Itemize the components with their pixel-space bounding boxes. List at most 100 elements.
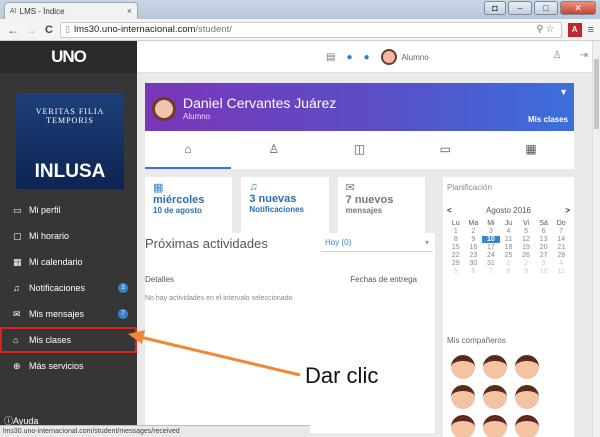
tab-users[interactable]: ♙ xyxy=(231,131,317,169)
sidebar-item-mi-perfil[interactable]: ▭ Mi perfil xyxy=(0,197,137,223)
messages-icon[interactable]: ● xyxy=(364,52,370,63)
grades-icon: ▭ xyxy=(439,142,451,156)
calendar-day[interactable]: 4 xyxy=(552,260,570,267)
sidebar-item-notificaciones[interactable]: ♫ Notificaciones 3 xyxy=(0,275,137,301)
calendar-day[interactable]: 12 xyxy=(517,236,535,243)
calendar-day[interactable]: 30 xyxy=(465,260,483,267)
calendar-day[interactable]: 19 xyxy=(517,244,535,251)
calendar-day[interactable]: 28 xyxy=(552,252,570,259)
calendar-day[interactable]: 11 xyxy=(552,268,570,275)
sidebar-item-mas-servicios[interactable]: ⊕ Más servicios xyxy=(0,353,137,379)
menu-icon[interactable]: ≡ xyxy=(588,24,594,36)
classmate-avatar[interactable] xyxy=(451,385,475,409)
tab-class[interactable]: ◫ xyxy=(317,131,403,169)
calendar-day[interactable]: 8 xyxy=(500,268,518,275)
sidebar-item-mi-horario[interactable]: ▢ Mi horario xyxy=(0,223,137,249)
window-user-icon[interactable]: ◘ xyxy=(484,1,506,15)
header-user-label[interactable]: Alumno xyxy=(402,53,429,62)
calendar-day[interactable]: 3 xyxy=(535,260,553,267)
calendar-day[interactable]: 9 xyxy=(465,236,483,243)
calendar-day[interactable]: 24 xyxy=(482,252,500,259)
minimize-button[interactable]: – xyxy=(508,1,532,15)
tab-close-icon[interactable]: × xyxy=(127,6,132,16)
activities-filter-select[interactable]: Hoy (0) ▾ xyxy=(321,236,433,252)
messages-widget[interactable]: ✉ 7 nuevos mensajes xyxy=(337,177,425,233)
calendar-day[interactable]: 31 xyxy=(482,260,500,267)
page-scrollbar[interactable] xyxy=(592,41,600,437)
classmate-avatar[interactable] xyxy=(451,355,475,379)
scroll-thumb[interactable] xyxy=(594,59,599,129)
classmate-avatar[interactable] xyxy=(451,415,475,437)
prev-month-button[interactable]: < xyxy=(447,206,452,215)
calendar-icon[interactable]: ▤ xyxy=(326,52,335,63)
date-widget[interactable]: ▦ miércoles 10 de agosto xyxy=(145,177,233,233)
calendar-day[interactable]: 13 xyxy=(535,236,553,243)
weekday-label: Sá xyxy=(539,220,548,227)
calendar-day[interactable]: 7 xyxy=(552,228,570,235)
planning-panel: Planificación < Agosto 2016 > Lu Ma Mi Ju Vi… xyxy=(443,177,574,437)
zoom-star-icons[interactable]: ⚲☆ xyxy=(536,24,556,35)
next-month-button[interactable]: > xyxy=(565,206,570,215)
sidebar-item-mis-clases[interactable]: ⌂ Mis clases xyxy=(0,327,137,353)
calendar-day[interactable]: 21 xyxy=(552,244,570,251)
sidebar-item-mis-mensajes[interactable]: ✉ Mis mensajes 7 xyxy=(0,301,137,327)
classmate-avatar[interactable] xyxy=(483,415,507,437)
sidebar-item-label: Notificaciones xyxy=(29,283,86,293)
mis-clases-link[interactable]: Mis clases xyxy=(528,115,568,124)
avatar[interactable] xyxy=(152,97,176,121)
caret-down-icon[interactable]: ▼ xyxy=(559,87,568,97)
tab-calendar[interactable]: ▦ xyxy=(488,131,574,169)
calendar-day[interactable]: 10 xyxy=(535,268,553,275)
logout-icon[interactable]: ⇥ xyxy=(580,50,588,61)
classmate-avatar[interactable] xyxy=(515,385,539,409)
tab-home[interactable]: ⌂ xyxy=(145,131,231,169)
calendar-day[interactable]: 22 xyxy=(447,252,465,259)
calendar-day[interactable]: 2 xyxy=(465,228,483,235)
calendar-day[interactable]: 1 xyxy=(447,228,465,235)
forward-icon[interactable]: → xyxy=(24,23,38,37)
classmate-avatar[interactable] xyxy=(515,355,539,379)
reload-icon[interactable]: C xyxy=(42,24,56,36)
notifications-widget[interactable]: ♫ 3 nuevas Notificaciones xyxy=(241,177,329,233)
back-icon[interactable]: ← xyxy=(6,23,20,37)
calendar-day[interactable]: 26 xyxy=(517,252,535,259)
calendar-day[interactable]: 6 xyxy=(465,268,483,275)
calendar-day[interactable]: 5 xyxy=(447,268,465,275)
uno-logo[interactable]: UNO xyxy=(0,41,137,73)
sidebar-item-mi-calendario[interactable]: ▦ Mi calendario xyxy=(0,249,137,275)
accessibility-icon[interactable]: ♙ xyxy=(553,50,562,61)
calendar-day[interactable]: 11 xyxy=(500,236,518,243)
calendar-day[interactable]: 10 xyxy=(482,236,500,243)
maximize-button[interactable]: □ xyxy=(534,1,558,15)
calendar-day[interactable]: 1 xyxy=(500,260,518,267)
calendar-day[interactable]: 8 xyxy=(447,236,465,243)
calendar-day[interactable]: 5 xyxy=(517,228,535,235)
calendar-day[interactable]: 14 xyxy=(552,236,570,243)
browser-tab[interactable]: A! LMS - Índice × xyxy=(4,2,138,19)
notification-icon[interactable]: ● xyxy=(346,52,352,63)
classmate-avatar[interactable] xyxy=(515,415,539,437)
calendar-day[interactable]: 20 xyxy=(535,244,553,251)
classmate-avatar[interactable] xyxy=(483,385,507,409)
calendar-day[interactable]: 17 xyxy=(482,244,500,251)
classmate-avatar[interactable] xyxy=(483,355,507,379)
calendar-day[interactable]: 6 xyxy=(535,228,553,235)
calendar-day[interactable]: 4 xyxy=(500,228,518,235)
avatar[interactable] xyxy=(380,49,397,65)
calendar-day[interactable]: 7 xyxy=(482,268,500,275)
extension-icon[interactable]: A xyxy=(567,22,582,37)
address-bar[interactable]: ▯ lms30.uno-internacional.com/student/ ⚲… xyxy=(60,21,562,38)
calendar-day[interactable]: 15 xyxy=(447,244,465,251)
tab-grades[interactable]: ▭ xyxy=(402,131,488,169)
calendar-day[interactable]: 29 xyxy=(447,260,465,267)
calendar-day[interactable]: 23 xyxy=(465,252,483,259)
calendar-day[interactable]: 9 xyxy=(517,268,535,275)
calendar-day[interactable]: 16 xyxy=(465,244,483,251)
calendar-day[interactable]: 27 xyxy=(535,252,553,259)
calendar-day[interactable]: 25 xyxy=(500,252,518,259)
calendar-day[interactable]: 18 xyxy=(500,244,518,251)
window-close-button[interactable]: ✕ xyxy=(560,1,596,15)
calendar-day[interactable]: 2 xyxy=(517,260,535,267)
calendar-day[interactable]: 3 xyxy=(482,228,500,235)
home-icon: ⌂ xyxy=(184,142,192,156)
